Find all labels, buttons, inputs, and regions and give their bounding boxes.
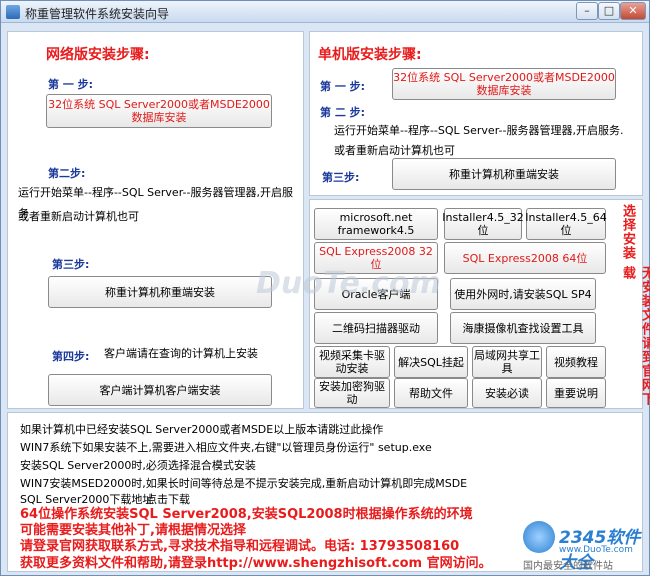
site-badge: 2345软件大全 www.DuoTe.com 国内最安全的软件站 (519, 519, 649, 575)
single-sql2000-install-button[interactable]: 32位系统 SQL Server2000或者MSDE2000数据库安装 (392, 68, 616, 100)
qr-driver-button[interactable]: 二维码扫描器驱动 (314, 312, 438, 344)
badge-site: www.DuoTe.com (559, 545, 633, 555)
sql-hang-fix-button[interactable]: 解决SQL挂起 (394, 346, 468, 378)
network-weigh-install-button[interactable]: 称重计算机称重端安装 (48, 276, 272, 308)
network-step1-label: 第 一 步: (48, 78, 94, 91)
close-button[interactable]: ✕ (620, 2, 646, 20)
red-note-4: 获取更多资料文件和帮助,请登录http://www.shengzhisoft.c… (20, 556, 492, 571)
client-install-button[interactable]: 客户端计算机客户端安装 (48, 374, 272, 406)
info-line-4: WIN7安装MSED2000时,如果长时间等待总是不提示安装完成,重新启动计算机… (20, 477, 468, 490)
single-heading: 单机版安装步骤: (318, 47, 422, 63)
minimize-button[interactable]: – (576, 2, 598, 20)
network-step4-label: 第四步: (52, 350, 90, 363)
oracle-button[interactable]: Oracle客户端 (314, 278, 438, 310)
badge-slogan: 国内最安全的软件站 (523, 561, 613, 572)
title-bar: 称重管理软件系统安装向导 – □ ✕ (1, 1, 649, 23)
network-step4-text: 客户端请在查询的计算机上安装 (104, 347, 258, 360)
express64-button[interactable]: SQL Express2008 64位 (444, 242, 606, 274)
single-step2-line1: 运行开始菜单--程序--SQL Server--服务器管理器,开启服务. (334, 124, 624, 137)
single-step2-label: 第 二 步: (320, 106, 366, 119)
framework-button[interactable]: microsoft.net framework4.5 (314, 208, 438, 240)
info-line-2: WIN7系统下如果安装不上,需要进入相应文件夹,右键"以管理员身份运行" set… (20, 441, 432, 454)
single-step1-label: 第 一 步: (320, 80, 366, 93)
must-read-button[interactable]: 安装必读 (472, 378, 542, 408)
installer32-button[interactable]: Installer4.5_32位 (442, 208, 524, 240)
network-heading: 网络版安装步骤: (46, 47, 150, 63)
network-step3-label: 第三步: (52, 258, 90, 271)
badge-logo-icon (523, 521, 555, 553)
network-install-panel: 网络版安装步骤: 第 一 步: 32位系统 SQL Server2000或者MS… (7, 31, 304, 409)
camera-tool-button[interactable]: 海康摄像机查找设置工具 (450, 312, 596, 344)
single-weigh-install-button[interactable]: 称重计算机称重端安装 (392, 158, 616, 190)
express32-button[interactable]: SQL Express2008 32位 (314, 242, 438, 274)
video-card-driver-button[interactable]: 视频采集卡驱动安装 (314, 346, 390, 378)
installer64-button[interactable]: Installer4.5_64位 (525, 208, 607, 240)
installer-window: 称重管理软件系统安装向导 – □ ✕ 网络版安装步骤: 第 一 步: 32位系统… (0, 0, 650, 576)
dongle-driver-button[interactable]: 安装加密狗驱动 (314, 378, 390, 408)
network-sql2000-install-button[interactable]: 32位系统 SQL Server2000或者MSDE2000数据库安装 (46, 94, 272, 128)
help-file-button[interactable]: 帮助文件 (394, 378, 468, 408)
single-install-panel: 单机版安装步骤: 第 一 步: 32位系统 SQL Server2000或者MS… (309, 31, 643, 196)
maximize-button[interactable]: □ (598, 2, 620, 20)
single-step3-label: 第三步: (322, 171, 360, 184)
sp4-button[interactable]: 使用外网时,请安装SQL SP4 (450, 278, 596, 310)
info-line-3: 安装SQL Server2000时,必须选择混合模式安装 (20, 459, 256, 472)
video-tutorial-button[interactable]: 视频教程 (546, 346, 606, 378)
missing-files-text: 无安装文件请到官网下载 (620, 266, 650, 406)
select-install-text: 选择安装 (620, 204, 635, 260)
info-line-1: 如果计算机中已经安装SQL Server2000或者MSDE以上版本请跳过此操作 (20, 423, 384, 436)
window-title: 称重管理软件系统安装向导 (25, 7, 170, 21)
network-step2-label: 第二步: (48, 167, 86, 180)
tools-panel: microsoft.net framework4.5 Installer4.5_… (309, 199, 650, 409)
network-step2-line2: 或者重新启动计算机也可 (18, 210, 139, 223)
app-icon (6, 5, 20, 19)
important-notes-button[interactable]: 重要说明 (546, 378, 606, 408)
lan-share-tool-button[interactable]: 局域网共享工具 (472, 346, 542, 378)
